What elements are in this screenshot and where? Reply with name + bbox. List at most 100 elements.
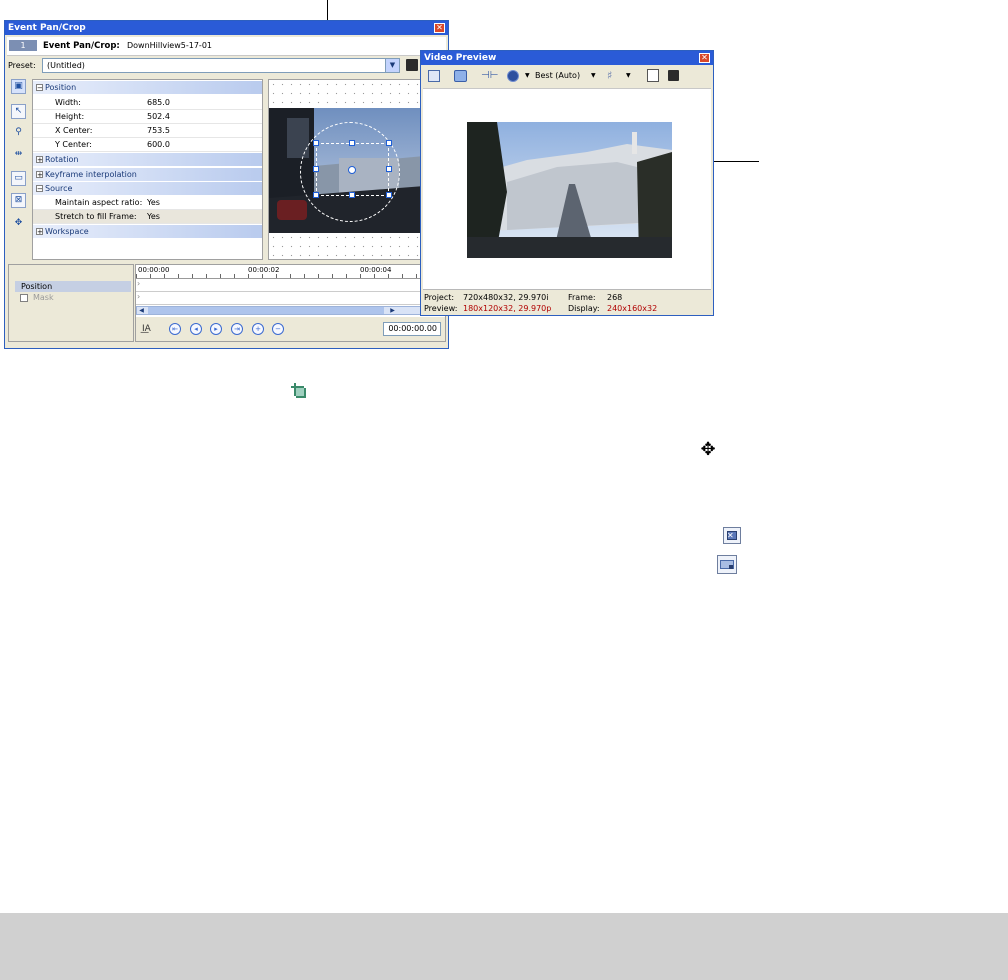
preview-video-frame[interactable] [467,122,672,258]
pan-crop-window: Event Pan/Crop ✕ 1 Event Pan/Crop: DownH… [4,20,449,349]
crop-handle-tl[interactable] [313,140,319,146]
crop-handle-t[interactable] [349,140,355,146]
split-screen-icon[interactable]: ⊣⊢ [481,70,498,82]
next-keyframe-icon[interactable]: ▸ [210,323,222,335]
header-strip: 1 Event Pan/Crop: DownHillview5-17-01 [7,37,446,56]
prop-height[interactable]: Height: 502.4 [33,110,262,124]
prop-x-center[interactable]: X Center: 753.5 [33,124,262,138]
mask-checkbox[interactable] [20,294,28,302]
preview-label: Preview: [424,304,458,313]
crop-handle-br[interactable] [386,192,392,198]
scroll-thumb[interactable] [148,307,384,314]
crop-handle-b[interactable] [349,192,355,198]
move-icon: ✥ [700,439,716,460]
crop-center-icon[interactable] [348,166,356,174]
project-label: Project: [424,293,455,302]
pan-crop-titlebar[interactable]: Event Pan/Crop ✕ [5,21,448,35]
header-file: DownHillview5-17-01 [127,41,212,50]
preview-value: 180x120x32, 29.970p [463,304,552,313]
crop-handle-l[interactable] [313,166,319,172]
crop-handle-tr[interactable] [386,140,392,146]
save-snapshot-icon[interactable] [668,70,679,81]
match-output-aspect-icon[interactable]: ▭ [11,171,26,186]
track-mask: Mask [33,293,54,302]
timeline-panel: 00:00:00 00:00:02 00:00:04 › › ◀ ▶ I͟A ⇤… [135,264,446,342]
group-position[interactable]: − Position [33,81,262,94]
preset-dropdown[interactable]: (Untitled) ▼ [42,58,400,73]
pan-crop-workspace[interactable] [268,79,424,260]
first-keyframe-icon[interactable]: ⇤ [169,323,181,335]
group-keyframe[interactable]: + Keyframe interpolation [33,168,262,181]
add-keyframe-icon[interactable]: + [252,323,264,335]
sync-cursor-icon[interactable]: I͟A [142,322,156,336]
zoom-icon[interactable]: ⚲ [11,125,26,140]
timeline-ruler[interactable]: 00:00:00 00:00:02 00:00:04 [136,265,445,279]
track-list: Position Mask [8,264,134,342]
show-properties-icon[interactable]: ▣ [11,79,26,94]
timeline-scrollbar[interactable]: ◀ ▶ [136,306,441,315]
close-icon[interactable]: ✕ [434,23,445,33]
footer-band [0,913,1008,980]
overlays-dropdown-icon[interactable]: ▼ [626,72,631,79]
expand-icon[interactable]: + [36,171,43,179]
keyframe-track-mask[interactable]: › [136,292,441,305]
property-grid: − Position Width: 685.0 Height: 502.4 X Cen… [32,79,263,260]
video-preview-window: Video Preview ✕ ⊣⊢ ▼ Best (Auto) ▼ ♯ ▼ P… [420,50,714,316]
ruler-tick-0: 00:00:00 [138,266,170,274]
prev-keyframe-icon[interactable]: ◂ [190,323,202,335]
ruler-tick-4: 00:00:04 [360,266,392,274]
quality-dropdown-icon[interactable]: ▼ [591,72,596,79]
crop-handle-r[interactable] [386,166,392,172]
delete-keyframe-icon[interactable]: − [272,323,284,335]
save-preset-icon[interactable] [406,59,418,71]
status-area: Project: 720x480x32, 29.970i Frame: 268 … [423,289,711,314]
quality-label[interactable]: Best (Auto) [535,71,580,80]
ruler-tick-2: 00:00:02 [248,266,280,274]
window-title: Event Pan/Crop [8,23,86,33]
crop-icon [291,383,307,399]
preview-area [423,88,711,289]
group-rotation[interactable]: + Rotation [33,153,262,166]
fit-frame-icon[interactable]: ⊠ [11,193,26,208]
preview-quality-icon[interactable] [507,70,519,82]
group-workspace[interactable]: + Workspace [33,225,262,238]
quality-dropdown-arrow-icon[interactable]: ▼ [525,72,530,79]
normal-edit-tool-icon[interactable]: ↖ [11,104,26,119]
timecode-field[interactable]: 00:00:00.00 [383,322,441,336]
prop-width[interactable]: Width: 685.0 [33,96,262,110]
expand-icon[interactable]: + [36,156,43,164]
properties-icon[interactable] [428,70,440,82]
video-preview-titlebar[interactable]: Video Preview ✕ [421,51,713,65]
preset-value: (Untitled) [47,61,85,70]
keyframe-track-position[interactable]: › [136,279,441,292]
move-freely-icon[interactable]: ✥ [11,216,26,231]
window-title: Video Preview [424,53,497,63]
display-value: 240x160x32 [607,304,658,313]
timeline-controls: I͟A ⇤ ◂ ▸ ⇥ + − 00:00:00.00 [136,317,445,341]
display-label: Display: [568,304,600,313]
close-icon[interactable]: ✕ [699,53,710,63]
last-keyframe-icon[interactable]: ⇥ [231,323,243,335]
header-label: Event Pan/Crop: [43,41,120,51]
crop-handle-bl[interactable] [313,192,319,198]
chevron-down-icon[interactable]: ▼ [385,59,399,72]
event-badge: 1 [9,40,37,51]
prop-stretch-fill[interactable]: Stretch to fill Frame: Yes [33,210,262,224]
mirror-icon[interactable]: ⇹ [11,147,26,162]
frame-label: Frame: [568,293,596,302]
prop-y-center[interactable]: Y Center: 600.0 [33,138,262,152]
scroll-right-icon[interactable]: ▶ [388,307,397,314]
scroll-left-icon[interactable]: ◀ [137,307,146,314]
group-source[interactable]: − Source [33,182,262,195]
expand-icon[interactable]: + [36,228,43,236]
fit-frame-icon: ✕ [723,527,741,544]
overlays-icon[interactable]: ♯ [607,69,612,82]
external-monitor-icon[interactable] [454,70,467,82]
frame-value: 268 [607,293,623,302]
prop-maintain-aspect[interactable]: Maintain aspect ratio: Yes [33,196,262,210]
track-position[interactable]: Position [15,281,131,292]
copy-snapshot-icon[interactable] [647,69,659,82]
collapse-icon[interactable]: − [36,84,43,92]
collapse-icon[interactable]: − [36,185,43,193]
project-value: 720x480x32, 29.970i [463,293,549,302]
